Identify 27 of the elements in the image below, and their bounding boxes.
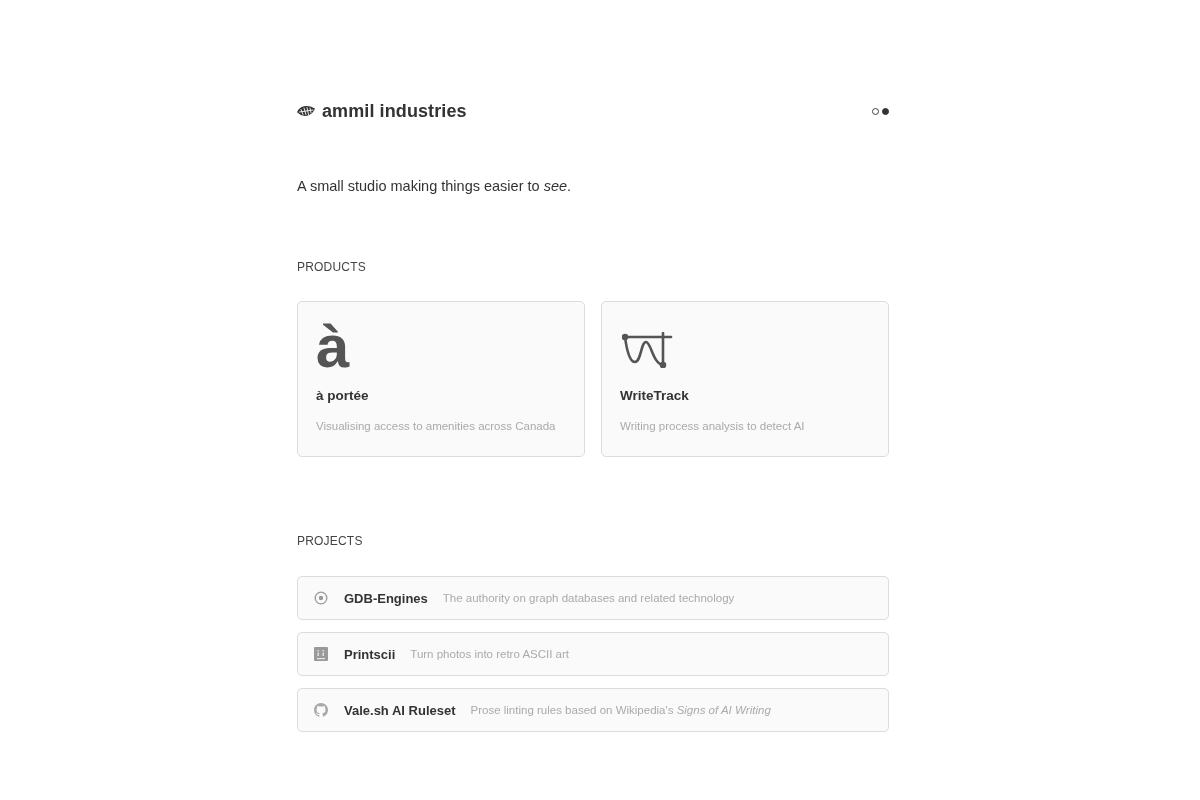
project-row[interactable]: Printscii Turn photos into retro ASCII art bbox=[297, 632, 889, 676]
project-name: GDB-Engines bbox=[344, 590, 428, 606]
pixel-face-icon bbox=[314, 647, 328, 661]
toggle-dot-icon[interactable] bbox=[882, 107, 889, 115]
product-description: Visualising access to amenities across Canada bbox=[316, 419, 556, 434]
project-description: Prose linting rules based on Wikipedia's Signs of AI Writing bbox=[470, 704, 771, 716]
toggle-dot-icon[interactable] bbox=[872, 107, 879, 115]
curve-graph-icon bbox=[622, 332, 673, 368]
product-card[interactable]: WriteTrack Writing process analysis to detect AI bbox=[601, 301, 889, 457]
section-heading: PROJECTS bbox=[297, 533, 364, 549]
letter-logo: à bbox=[316, 322, 350, 372]
radio-target-icon bbox=[314, 591, 328, 605]
project-description: The authority on graph databases and related technology bbox=[442, 592, 735, 604]
tagline: A small studio making things easier to see. bbox=[297, 177, 573, 196]
project-row[interactable]: GDB-Engines The authority on graph databases and related technology bbox=[297, 576, 889, 620]
site-title: ammil industries bbox=[322, 100, 467, 122]
project-name: Printscii bbox=[344, 646, 396, 662]
project-name: Vale.sh AI Ruleset bbox=[344, 702, 456, 718]
product-name: à portée bbox=[316, 387, 369, 405]
product-name: WriteTrack bbox=[620, 387, 689, 405]
section-heading: PRODUCTS bbox=[297, 259, 367, 275]
project-description: Turn photos into retro ASCII art bbox=[410, 648, 570, 660]
leaf-icon bbox=[297, 104, 315, 118]
project-row[interactable]: Vale.sh AI Ruleset Prose linting rules based on Wikipedia's Signs of AI Writing bbox=[297, 688, 889, 732]
product-card[interactable]: à à portée Visualising access to amenities across Canada bbox=[297, 301, 585, 457]
github-icon bbox=[314, 703, 328, 717]
product-description: Writing process analysis to detect AI bbox=[620, 419, 805, 434]
